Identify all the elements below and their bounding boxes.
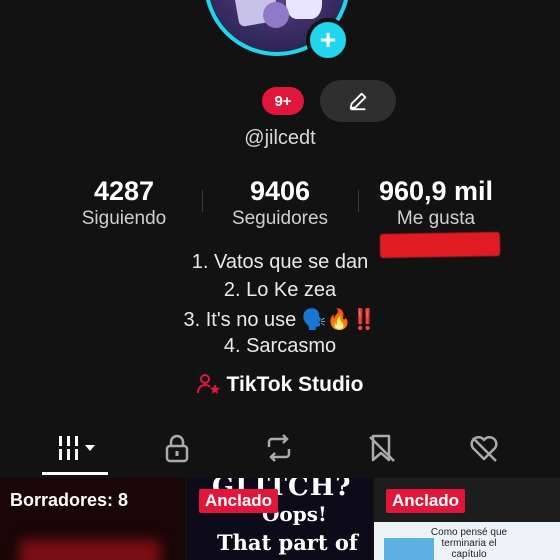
- video-caption: That part of: [217, 530, 358, 555]
- tab-saved[interactable]: [352, 428, 412, 468]
- following-label: Siguiendo: [81, 208, 167, 229]
- tiktok-studio-label: TikTok Studio: [226, 373, 364, 396]
- lock-icon: [165, 434, 189, 463]
- person-star-icon: [196, 374, 220, 394]
- pinned-badge: Anclado: [386, 489, 466, 513]
- tab-private[interactable]: [147, 428, 207, 468]
- tab-reposts[interactable]: [249, 428, 309, 468]
- video-tile[interactable]: Como pensé que terminaria el capítulo An…: [374, 478, 560, 560]
- pinned-badge: Anclado: [199, 489, 279, 513]
- bio-line: 4. Sarcasmo: [223, 335, 337, 357]
- saved-icon: [369, 434, 395, 462]
- stat-following[interactable]: 4287 Siguiendo: [64, 176, 184, 230]
- stat-likes[interactable]: 960,9 mil Me gusta: [366, 176, 506, 230]
- bio-line: 2. Lo Ke zea: [223, 279, 337, 301]
- profile-tabs: [0, 428, 560, 468]
- tiktok-studio-link[interactable]: TikTok Studio: [0, 373, 560, 397]
- following-count: 4287: [93, 176, 155, 206]
- username[interactable]: @jilcedt: [0, 127, 560, 150]
- repost-icon: [267, 434, 291, 462]
- notifications-badge[interactable]: 9+: [262, 87, 304, 115]
- likes-count: 960,9 mil: [378, 176, 494, 206]
- video-caption: Como pensé que terminaria el capítulo: [430, 527, 508, 560]
- bio-line: 3. It's no use 🗣️🔥‼️: [183, 309, 377, 331]
- stat-divider: [202, 190, 203, 212]
- drafts-tile[interactable]: Borradores: 8: [0, 478, 185, 560]
- liked-icon: [470, 435, 498, 462]
- add-story-icon[interactable]: +: [306, 18, 350, 62]
- stat-followers[interactable]: 9406 Seguidores: [220, 176, 340, 230]
- profile-avatar[interactable]: +: [204, 0, 354, 62]
- video-grid: Borradores: 8 GLITCH? Oops! That part of…: [0, 478, 560, 560]
- grid-icon: [57, 436, 95, 460]
- pencil-icon: [349, 92, 367, 111]
- followers-label: Seguidores: [231, 208, 329, 229]
- tab-liked[interactable]: [454, 428, 514, 468]
- edit-profile-button[interactable]: [320, 80, 396, 122]
- bio-line: 1. Vatos que se dan: [191, 251, 369, 273]
- followers-count: 9406: [249, 176, 311, 206]
- stat-divider: [358, 190, 359, 212]
- tab-videos[interactable]: [45, 428, 105, 468]
- drafts-label: Borradores: 8: [10, 490, 129, 510]
- likes-label: Me gusta: [396, 208, 476, 229]
- video-tile[interactable]: GLITCH? Oops! That part of Anclado: [187, 478, 372, 560]
- active-tab-indicator: [42, 472, 108, 475]
